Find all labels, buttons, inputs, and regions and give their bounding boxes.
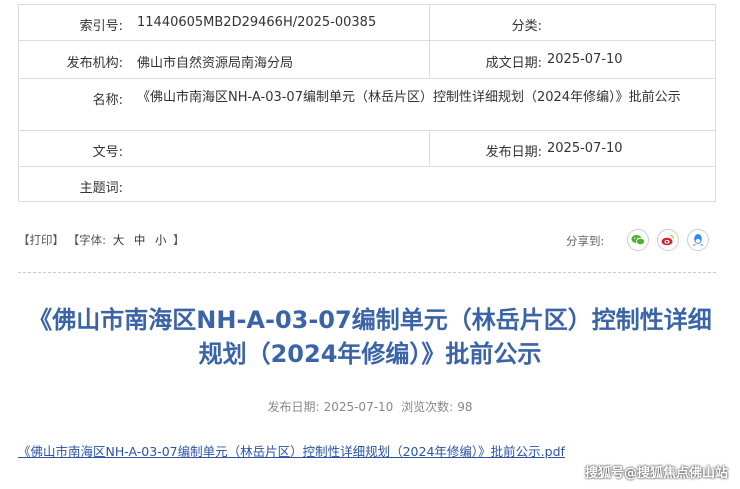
views-value: 98: [457, 400, 473, 414]
org-label: 发布机构:: [66, 56, 123, 71]
publish-date-value: 2025-07-10: [547, 141, 623, 156]
publish-date-label: 发布日期:: [485, 145, 542, 160]
index-value: 11440605MB2D29466H/2025-00385: [137, 15, 377, 30]
meta-row-index: 索引号: 11440605MB2D29466H/2025-00385 分类:: [19, 5, 715, 41]
font-small-button[interactable]: 小: [155, 233, 167, 247]
index-label: 索引号:: [79, 19, 123, 34]
font-size-label: 【字体:: [67, 233, 107, 247]
subject-label: 主题词:: [79, 181, 123, 196]
publish-info: 发布日期: 2025-07-10 浏览次数: 98: [0, 398, 740, 415]
article-title: 《佛山市南海区NH-A-03-07编制单元（林岳片区）控制性详细规划（2024年…: [28, 306, 712, 368]
name-value: 《佛山市南海区NH-A-03-07编制单元（林岳片区）控制性详细规划（2024年…: [137, 90, 681, 105]
share-label: 分享到:: [566, 234, 605, 248]
print-button[interactable]: 【打印】: [18, 233, 64, 247]
qq-icon[interactable]: [687, 229, 709, 251]
meta-row-org: 发布机构: 佛山市自然资源局南海分局 成文日期: 2025-07-10: [19, 41, 715, 79]
pub-date-label: 发布日期:: [267, 400, 320, 414]
wechat-icon[interactable]: [627, 229, 649, 251]
created-date-value: 2025-07-10: [547, 52, 623, 67]
pub-date-value: 2025-07-10: [323, 400, 394, 414]
section-divider: [18, 272, 716, 273]
views-label: 浏览次数:: [401, 400, 454, 414]
docno-label: 文号:: [92, 145, 123, 160]
org-value: 佛山市自然资源局南海分局: [137, 56, 294, 71]
article-toolbar: 【打印】 【字体: 大 中 小 】 分享到:: [18, 226, 716, 254]
name-label: 名称:: [92, 93, 123, 108]
font-size-close: 】: [173, 233, 185, 247]
weibo-icon[interactable]: [657, 229, 679, 251]
created-date-label: 成文日期:: [485, 56, 542, 71]
font-large-button[interactable]: 大: [113, 233, 125, 247]
article-tools: 【打印】 【字体: 大 中 小 】: [18, 232, 185, 248]
meta-row-docno: 文号: 发布日期: 2025-07-10: [19, 131, 715, 167]
category-label: 分类:: [511, 19, 542, 34]
attachment-pdf-link[interactable]: 《佛山市南海区NH-A-03-07编制单元（林岳片区）控制性详细规划（2024年…: [18, 441, 565, 460]
meta-row-subject: 主题词:: [19, 167, 715, 201]
source-watermark: 搜狐号@搜狐焦点佛山站: [584, 466, 728, 481]
meta-row-name: 名称: 《佛山市南海区NH-A-03-07编制单元（林岳片区）控制性详细规划（2…: [19, 79, 715, 131]
font-medium-button[interactable]: 中: [134, 233, 146, 247]
metadata-table: 索引号: 11440605MB2D29466H/2025-00385 分类: 发…: [18, 4, 716, 202]
